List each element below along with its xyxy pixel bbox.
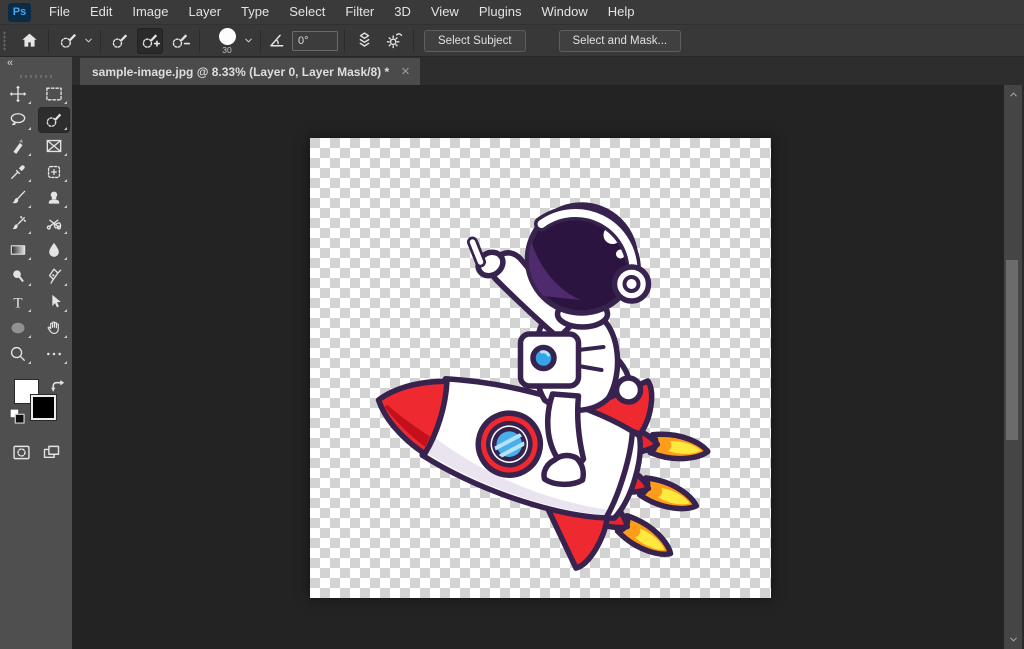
frame-tool[interactable] (39, 134, 69, 158)
screen-mode-button[interactable] (38, 439, 64, 465)
svg-text:T: T (13, 295, 22, 311)
quick-mask-button[interactable] (8, 439, 34, 465)
select-subject-button[interactable]: Select Subject (424, 30, 526, 52)
separator (100, 29, 101, 53)
menu-list: FileEditImageLayerTypeSelectFilter3DView… (39, 0, 644, 24)
tool-grid: T (0, 81, 72, 367)
chevron-down-icon[interactable] (83, 35, 94, 46)
document-tab-title: sample-image.jpg @ 8.33% (Layer 0, Layer… (92, 65, 389, 79)
menu-image[interactable]: Image (122, 4, 178, 19)
menu-3d[interactable]: 3D (384, 4, 421, 19)
dodge-tool[interactable] (3, 264, 33, 288)
astronaut-rocket-artwork (310, 138, 771, 598)
document-canvas[interactable] (310, 138, 771, 598)
document-area: sample-image.jpg @ 8.33% (Layer 0, Layer… (72, 57, 1024, 649)
history-brush-tool[interactable] (3, 212, 33, 236)
clone-stamp-tool[interactable] (39, 186, 69, 210)
swap-colors-icon[interactable] (48, 377, 66, 395)
add-to-selection-button[interactable] (137, 28, 163, 54)
eraser-tool[interactable] (39, 212, 69, 236)
menu-plugins[interactable]: Plugins (469, 4, 532, 19)
select-and-mask--button[interactable]: Select and Mask... (559, 30, 682, 52)
menu-select[interactable]: Select (279, 4, 335, 19)
scroll-up-icon[interactable] (1004, 87, 1022, 101)
pen-tool[interactable] (39, 264, 69, 288)
lasso-tool[interactable] (3, 108, 33, 132)
edit-toolbar[interactable] (39, 342, 69, 366)
photoshop-logo: Ps (8, 3, 31, 22)
menu-bar: Ps FileEditImageLayerTypeSelectFilter3DV… (0, 0, 1024, 24)
brush-size-picker[interactable]: 30 (214, 27, 240, 55)
document-tab[interactable]: sample-image.jpg @ 8.33% (Layer 0, Layer… (80, 58, 420, 85)
new-selection-button[interactable] (107, 28, 133, 54)
menu-view[interactable]: View (421, 4, 469, 19)
selection-brush-tool[interactable] (39, 108, 69, 132)
menu-window[interactable]: Window (531, 4, 597, 19)
chevron-down-icon[interactable] (243, 35, 254, 46)
separator (48, 29, 49, 53)
remove-tool[interactable] (3, 134, 33, 158)
paint-symmetry-button[interactable] (351, 28, 377, 54)
brush-tool[interactable] (3, 186, 33, 210)
marquee-tool[interactable] (39, 82, 69, 106)
type-tool[interactable]: T (3, 290, 33, 314)
move-tool[interactable] (3, 82, 33, 106)
menu-type[interactable]: Type (231, 4, 279, 19)
healing-brush-tool[interactable] (39, 160, 69, 184)
menu-edit[interactable]: Edit (80, 4, 122, 19)
path-selection-tool[interactable] (39, 290, 69, 314)
default-colors-icon[interactable] (7, 406, 25, 424)
vertical-scrollbar[interactable] (1004, 85, 1022, 649)
canvas-pasteboard (72, 85, 1024, 649)
separator (413, 29, 414, 53)
color-control-area (0, 375, 72, 433)
tools-panel-grip-handle[interactable] (0, 72, 72, 81)
separator (260, 29, 261, 53)
zoom-tool[interactable] (3, 342, 33, 366)
vertical-scrollbar-thumb[interactable] (1006, 260, 1018, 440)
workspace: « T sample-image.jpg @ 8.33% (Layer 0, L… (0, 57, 1024, 649)
home-button[interactable] (16, 28, 42, 54)
options-buttons: Select Subject Select and Mask... (424, 30, 681, 52)
background-color-swatch[interactable] (31, 395, 56, 420)
subtract-from-selection-button[interactable] (167, 28, 193, 54)
hand-tool[interactable] (39, 316, 69, 340)
brush-tip-preview (219, 28, 236, 45)
selection-mode-group (107, 28, 193, 54)
brush-settings-button[interactable] (381, 28, 407, 54)
collapse-panel-button[interactable]: « (0, 57, 72, 72)
tools-panel: « T (0, 57, 72, 649)
shape-tool[interactable] (3, 316, 33, 340)
close-tab-icon[interactable]: × (401, 64, 410, 79)
options-bar-grip-handle[interactable] (3, 31, 6, 51)
brush-angle-icon (267, 30, 288, 51)
gradient-tool[interactable] (3, 238, 33, 262)
tool-options-bar: 30 0° Select Subject Select and Mask... (0, 24, 1024, 57)
blur-tool[interactable] (39, 238, 69, 262)
scroll-down-icon[interactable] (1004, 632, 1022, 646)
menu-filter[interactable]: Filter (335, 4, 384, 19)
document-tab-bar: sample-image.jpg @ 8.33% (Layer 0, Layer… (72, 57, 1024, 85)
brush-angle-input[interactable]: 0° (292, 31, 338, 51)
menu-layer[interactable]: Layer (179, 4, 232, 19)
mask-mode-row (0, 433, 72, 465)
tool-preset-picker[interactable] (55, 28, 81, 54)
separator (199, 29, 200, 53)
eyedropper-tool[interactable] (3, 160, 33, 184)
menu-help[interactable]: Help (598, 4, 645, 19)
brush-size-value: 30 (222, 46, 231, 55)
separator (344, 29, 345, 53)
brush-angle-value: 0° (298, 35, 309, 47)
menu-file[interactable]: File (39, 4, 80, 19)
